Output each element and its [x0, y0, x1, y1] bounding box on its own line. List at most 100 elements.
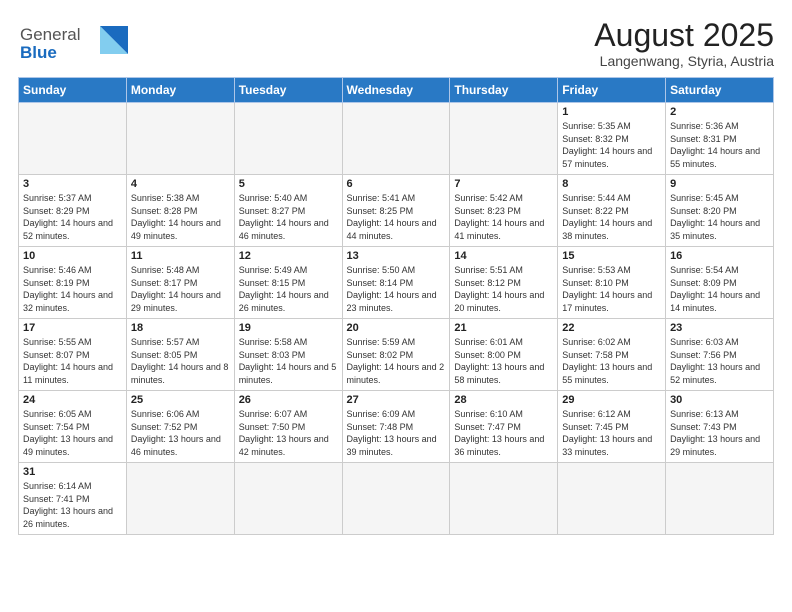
weekday-header-row: SundayMondayTuesdayWednesdayThursdayFrid…	[19, 78, 774, 103]
day-number: 17	[23, 322, 122, 334]
day-cell: 6 Sunrise: 5:41 AM Sunset: 8:25 PM Daylig…	[342, 175, 450, 247]
day-number: 23	[670, 322, 769, 334]
day-cell: 3Sunrise: 5:37 AM Sunset: 8:29 PM Daylig…	[19, 175, 127, 247]
day-cell: 11Sunrise: 5:48 AM Sunset: 8:17 PM Dayli…	[126, 247, 234, 319]
day-cell	[558, 463, 666, 534]
day-cell: 12 Sunrise: 5:49 AM Sunset: 8:15 PM Dayli…	[234, 247, 342, 319]
day-cell: 28 Sunrise: 6:10 AM Sunset: 7:47 PM Dayli…	[450, 391, 558, 463]
title-block: August 2025 Langenwang, Styria, Austria	[594, 18, 774, 69]
header: General Blue August 2025 Langenwang, Sty…	[18, 18, 774, 69]
day-info: Sunrise: 5:46 AM Sunset: 8:19 PM Dayligh…	[23, 264, 122, 314]
day-number: 20	[347, 322, 446, 334]
day-info: Sunrise: 6:06 AM Sunset: 7:52 PM Dayligh…	[131, 408, 230, 458]
day-number: 8	[562, 178, 661, 190]
day-info: Sunrise: 6:10 AM Sunset: 7:47 PM Dayligh…	[454, 408, 553, 458]
week-row-4: 17 Sunrise: 5:55 AM Sunset: 8:07 PM Dayli…	[19, 319, 774, 391]
day-cell: 17 Sunrise: 5:55 AM Sunset: 8:07 PM Dayli…	[19, 319, 127, 391]
day-number: 26	[239, 394, 338, 406]
day-number: 15	[562, 250, 661, 262]
weekday-friday: Friday	[558, 78, 666, 103]
day-number: 6	[347, 178, 446, 190]
day-cell: 26 Sunrise: 6:07 AM Sunset: 7:50 PM Dayli…	[234, 391, 342, 463]
day-cell: 2 Sunrise: 5:36 AM Sunset: 8:31 PM Daylig…	[666, 103, 774, 175]
day-number: 12	[239, 250, 338, 262]
day-number: 14	[454, 250, 553, 262]
day-info: Sunrise: 5:38 AM Sunset: 8:28 PM Dayligh…	[131, 192, 230, 242]
day-cell: 15 Sunrise: 5:53 AM Sunset: 8:10 PM Dayli…	[558, 247, 666, 319]
day-cell: 31 Sunrise: 6:14 AM Sunset: 7:41 PM Dayli…	[19, 463, 127, 534]
day-number: 1	[562, 106, 661, 118]
weekday-wednesday: Wednesday	[342, 78, 450, 103]
day-number: 2	[670, 106, 769, 118]
day-cell: 7Sunrise: 5:42 AM Sunset: 8:23 PM Daylig…	[450, 175, 558, 247]
day-cell: 13Sunrise: 5:50 AM Sunset: 8:14 PM Dayli…	[342, 247, 450, 319]
day-info: Sunrise: 6:09 AM Sunset: 7:48 PM Dayligh…	[347, 408, 446, 458]
day-cell: 27 Sunrise: 6:09 AM Sunset: 7:48 PM Dayli…	[342, 391, 450, 463]
day-cell: 29Sunrise: 6:12 AM Sunset: 7:45 PM Dayli…	[558, 391, 666, 463]
day-cell: 25 Sunrise: 6:06 AM Sunset: 7:52 PM Dayli…	[126, 391, 234, 463]
day-cell: 5 Sunrise: 5:40 AM Sunset: 8:27 PM Daylig…	[234, 175, 342, 247]
week-row-6: 31 Sunrise: 6:14 AM Sunset: 7:41 PM Dayli…	[19, 463, 774, 534]
weekday-saturday: Saturday	[666, 78, 774, 103]
calendar-table: SundayMondayTuesdayWednesdayThursdayFrid…	[18, 77, 774, 534]
day-info: Sunrise: 5:57 AM Sunset: 8:05 PM Dayligh…	[131, 336, 230, 386]
day-number: 28	[454, 394, 553, 406]
day-info: Sunrise: 5:55 AM Sunset: 8:07 PM Dayligh…	[23, 336, 122, 386]
day-cell	[450, 103, 558, 175]
day-info: Sunrise: 5:58 AM Sunset: 8:03 PM Dayligh…	[239, 336, 338, 386]
day-number: 18	[131, 322, 230, 334]
day-cell	[342, 103, 450, 175]
day-cell	[450, 463, 558, 534]
day-number: 7	[454, 178, 553, 190]
day-info: Sunrise: 5:44 AM Sunset: 8:22 PM Dayligh…	[562, 192, 661, 242]
day-cell: 8 Sunrise: 5:44 AM Sunset: 8:22 PM Daylig…	[558, 175, 666, 247]
day-cell: 19 Sunrise: 5:58 AM Sunset: 8:03 PM Dayli…	[234, 319, 342, 391]
day-cell: 18 Sunrise: 5:57 AM Sunset: 8:05 PM Dayli…	[126, 319, 234, 391]
day-info: Sunrise: 5:49 AM Sunset: 8:15 PM Dayligh…	[239, 264, 338, 314]
svg-text:General: General	[20, 25, 80, 44]
day-cell: 4Sunrise: 5:38 AM Sunset: 8:28 PM Daylig…	[126, 175, 234, 247]
day-cell	[342, 463, 450, 534]
day-cell	[666, 463, 774, 534]
day-cell: 20Sunrise: 5:59 AM Sunset: 8:02 PM Dayli…	[342, 319, 450, 391]
day-number: 27	[347, 394, 446, 406]
day-info: Sunrise: 6:05 AM Sunset: 7:54 PM Dayligh…	[23, 408, 122, 458]
day-number: 3	[23, 178, 122, 190]
day-info: Sunrise: 5:40 AM Sunset: 8:27 PM Dayligh…	[239, 192, 338, 242]
day-cell	[126, 463, 234, 534]
day-number: 31	[23, 466, 122, 478]
weekday-tuesday: Tuesday	[234, 78, 342, 103]
day-info: Sunrise: 6:14 AM Sunset: 7:41 PM Dayligh…	[23, 480, 122, 530]
week-row-5: 24 Sunrise: 6:05 AM Sunset: 7:54 PM Dayli…	[19, 391, 774, 463]
day-cell: 16Sunrise: 5:54 AM Sunset: 8:09 PM Dayli…	[666, 247, 774, 319]
day-cell	[19, 103, 127, 175]
day-number: 9	[670, 178, 769, 190]
location: Langenwang, Styria, Austria	[594, 53, 774, 69]
day-cell: 10Sunrise: 5:46 AM Sunset: 8:19 PM Dayli…	[19, 247, 127, 319]
day-cell: 24 Sunrise: 6:05 AM Sunset: 7:54 PM Dayli…	[19, 391, 127, 463]
weekday-monday: Monday	[126, 78, 234, 103]
logo: General Blue	[18, 18, 128, 67]
day-number: 25	[131, 394, 230, 406]
day-number: 22	[562, 322, 661, 334]
month-year: August 2025	[594, 18, 774, 53]
day-number: 5	[239, 178, 338, 190]
day-number: 19	[239, 322, 338, 334]
day-cell: 30Sunrise: 6:13 AM Sunset: 7:43 PM Dayli…	[666, 391, 774, 463]
svg-text:Blue: Blue	[20, 43, 57, 62]
day-cell: 22Sunrise: 6:02 AM Sunset: 7:58 PM Dayli…	[558, 319, 666, 391]
day-info: Sunrise: 5:53 AM Sunset: 8:10 PM Dayligh…	[562, 264, 661, 314]
day-info: Sunrise: 5:41 AM Sunset: 8:25 PM Dayligh…	[347, 192, 446, 242]
day-info: Sunrise: 6:03 AM Sunset: 7:56 PM Dayligh…	[670, 336, 769, 386]
week-row-2: 3Sunrise: 5:37 AM Sunset: 8:29 PM Daylig…	[19, 175, 774, 247]
day-cell	[234, 463, 342, 534]
day-cell: 14 Sunrise: 5:51 AM Sunset: 8:12 PM Dayli…	[450, 247, 558, 319]
day-info: Sunrise: 6:01 AM Sunset: 8:00 PM Dayligh…	[454, 336, 553, 386]
weekday-thursday: Thursday	[450, 78, 558, 103]
day-info: Sunrise: 5:36 AM Sunset: 8:31 PM Dayligh…	[670, 120, 769, 170]
week-row-1: 1Sunrise: 5:35 AM Sunset: 8:32 PM Daylig…	[19, 103, 774, 175]
day-number: 29	[562, 394, 661, 406]
day-info: Sunrise: 5:51 AM Sunset: 8:12 PM Dayligh…	[454, 264, 553, 314]
day-number: 24	[23, 394, 122, 406]
day-info: Sunrise: 6:07 AM Sunset: 7:50 PM Dayligh…	[239, 408, 338, 458]
